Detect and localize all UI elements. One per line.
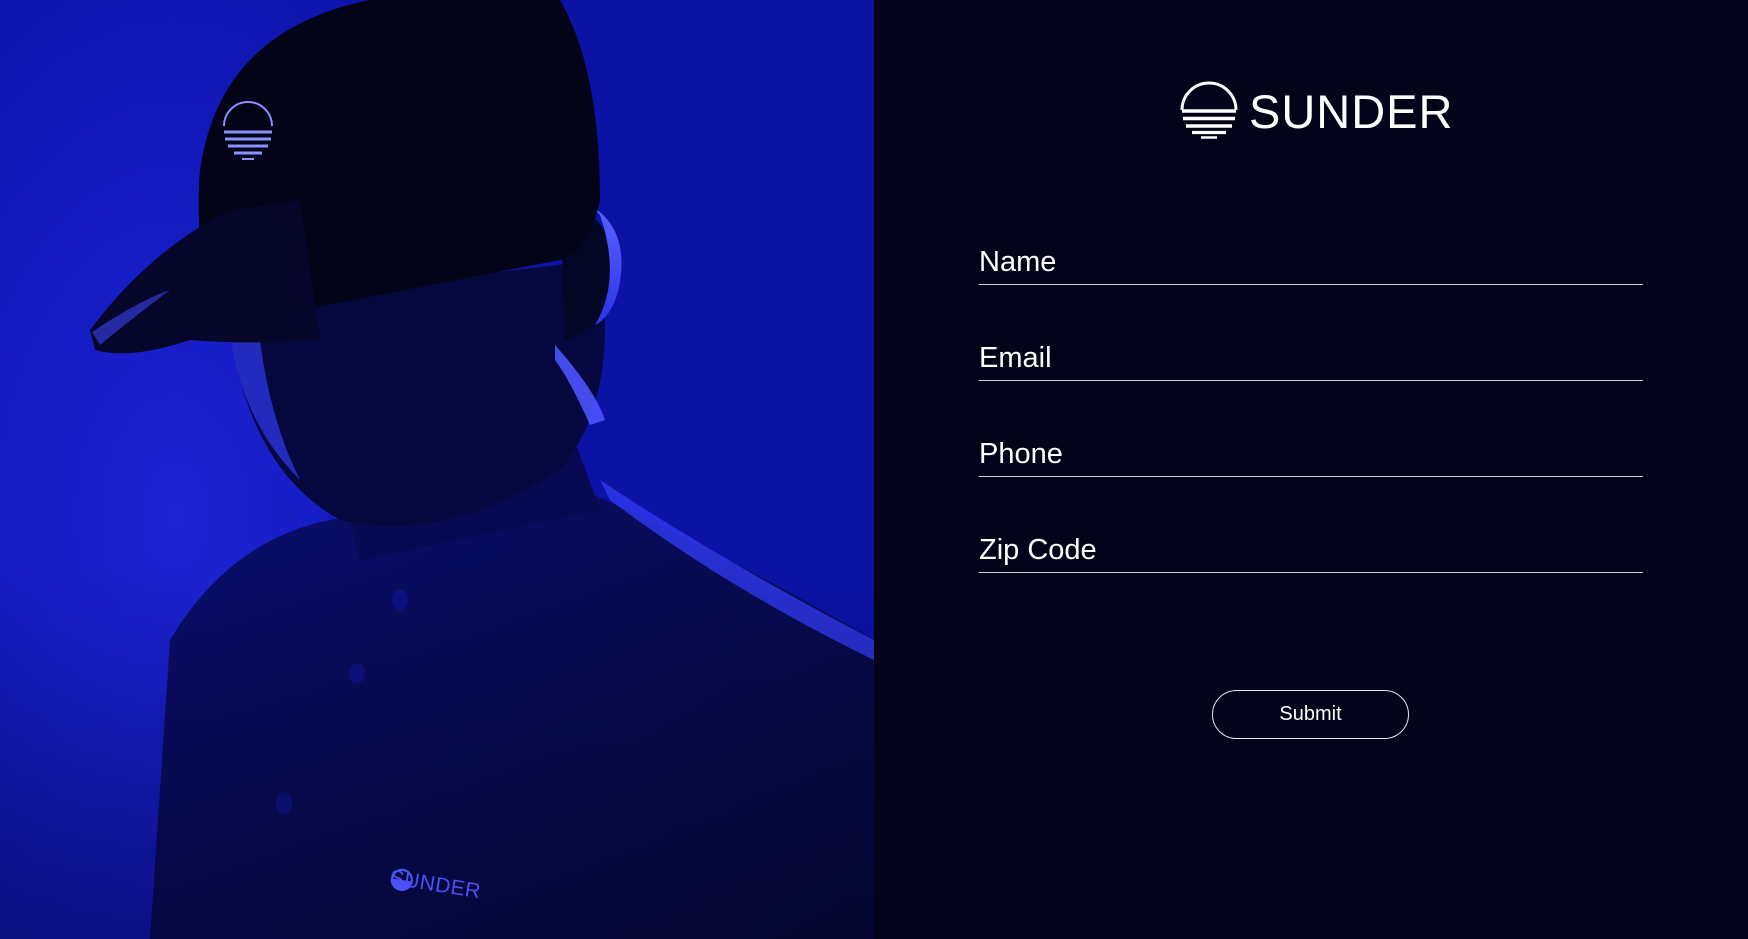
brand-name: SUNDER: [1249, 84, 1454, 138]
name-field: [979, 236, 1643, 285]
zip-code-field: [979, 524, 1643, 573]
email-field: [979, 332, 1643, 381]
sunder-sun-icon: [1180, 81, 1238, 139]
email-input[interactable]: [979, 338, 1643, 378]
submit-button[interactable]: Submit: [1212, 690, 1409, 739]
phone-field: [979, 428, 1643, 477]
signup-page: SUNDER SUNDER Name Email Phone Zip Code …: [0, 0, 1748, 939]
zip-code-input[interactable]: [979, 530, 1643, 570]
sunder-shirt-mark-icon: [390, 868, 413, 891]
name-input[interactable]: [979, 242, 1643, 282]
form-panel: SUNDER Submit: [874, 0, 1748, 939]
phone-input[interactable]: [979, 434, 1643, 474]
brand-header: SUNDER: [1179, 80, 1453, 140]
